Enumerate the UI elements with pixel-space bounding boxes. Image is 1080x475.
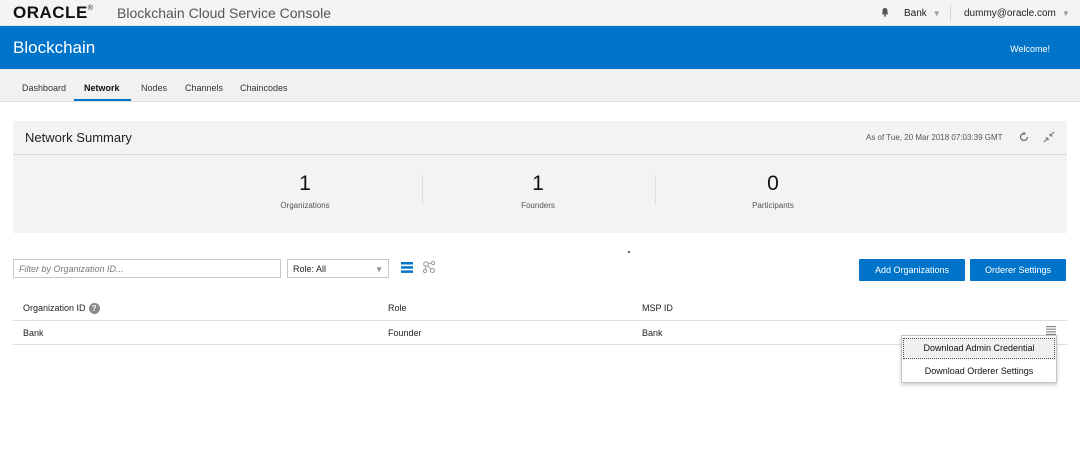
metric-label: Organizations [280,201,330,210]
tab-chaincodes[interactable]: Chaincodes [240,83,288,93]
menu-item-download-orderer-settings[interactable]: Download Orderer Settings [902,360,1056,383]
menu-item-download-admin-credential[interactable]: Download Admin Credential [902,337,1056,360]
orderer-settings-button[interactable]: Orderer Settings [970,259,1066,281]
org-label: Bank [904,8,927,19]
metric-value: 1 [299,172,311,195]
metric-value: 0 [767,172,779,195]
app-title: Blockchain [13,38,96,57]
loading-dot [628,251,630,253]
divider [950,5,951,21]
row-menu-icon[interactable] [1046,326,1056,335]
collapse-icon[interactable] [1043,131,1055,143]
metric-value: 1 [532,172,544,195]
filter-input[interactable] [13,259,281,278]
metric-label: Participants [752,201,794,210]
welcome-text: Welcome! [1010,44,1050,54]
metric-label: Founders [521,201,555,210]
column-header-organization-id[interactable]: Organization ID? [23,303,100,314]
role-select-value: Role: All [293,264,327,274]
cell-role: Founder [388,328,422,338]
user-email: dummy@oracle.com [964,8,1056,19]
tab-channels[interactable]: Channels [185,83,223,93]
org-switcher[interactable]: Bank ▼ [904,8,941,19]
active-tab-indicator [74,99,131,101]
column-header-role[interactable]: Role [388,303,407,313]
cell-msp-id: Bank [642,328,663,338]
summary-title: Network Summary [25,130,132,145]
chevron-down-icon: ▼ [932,9,941,18]
oracle-logo: ORACLE® [13,3,93,23]
app-header: Blockchain Welcome! [0,26,1080,69]
row-actions-menu: Download Admin Credential Download Order… [901,335,1057,383]
chevron-down-icon: ▼ [1061,9,1070,18]
cell-organization-id: Bank [23,328,44,338]
list-view-icon[interactable] [401,262,413,273]
metric-founders: 1 Founders [468,172,608,211]
user-menu[interactable]: dummy@oracle.com ▼ [964,8,1070,19]
tab-dashboard[interactable]: Dashboard [22,83,66,93]
column-header-msp-id[interactable]: MSP ID [642,303,673,313]
top-bar: ORACLE® Blockchain Cloud Service Console… [0,0,1080,26]
metric-organizations: 1 Organizations [235,172,375,211]
topology-view-icon[interactable] [422,260,436,274]
add-organizations-button[interactable]: Add Organizations [859,259,965,281]
tab-nodes[interactable]: Nodes [141,83,167,93]
tab-network[interactable]: Network [84,83,120,93]
divider [422,175,423,205]
network-summary-panel: Network Summary As of Tue, 20 Mar 2018 0… [13,121,1067,233]
as-of-timestamp: As of Tue, 20 Mar 2018 07:03:39 GMT [866,133,1003,142]
bell-icon[interactable] [880,7,890,17]
product-name: Blockchain Cloud Service Console [117,5,331,21]
help-icon[interactable]: ? [88,303,100,314]
role-select[interactable]: Role: All ▼ [287,259,389,278]
logo-mark: ® [87,5,94,12]
column-label: Organization ID [23,303,86,313]
nav-tabs: Dashboard Network Nodes Channels Chainco… [0,69,1080,102]
summary-header: Network Summary As of Tue, 20 Mar 2018 0… [13,121,1067,155]
divider [655,175,656,205]
table-header: Organization ID? Role MSP ID [13,301,1067,321]
metric-participants: 0 Participants [703,172,843,211]
logo-text: ORACLE [13,3,88,22]
chevron-down-icon: ▼ [375,265,383,274]
refresh-icon[interactable] [1018,131,1030,143]
